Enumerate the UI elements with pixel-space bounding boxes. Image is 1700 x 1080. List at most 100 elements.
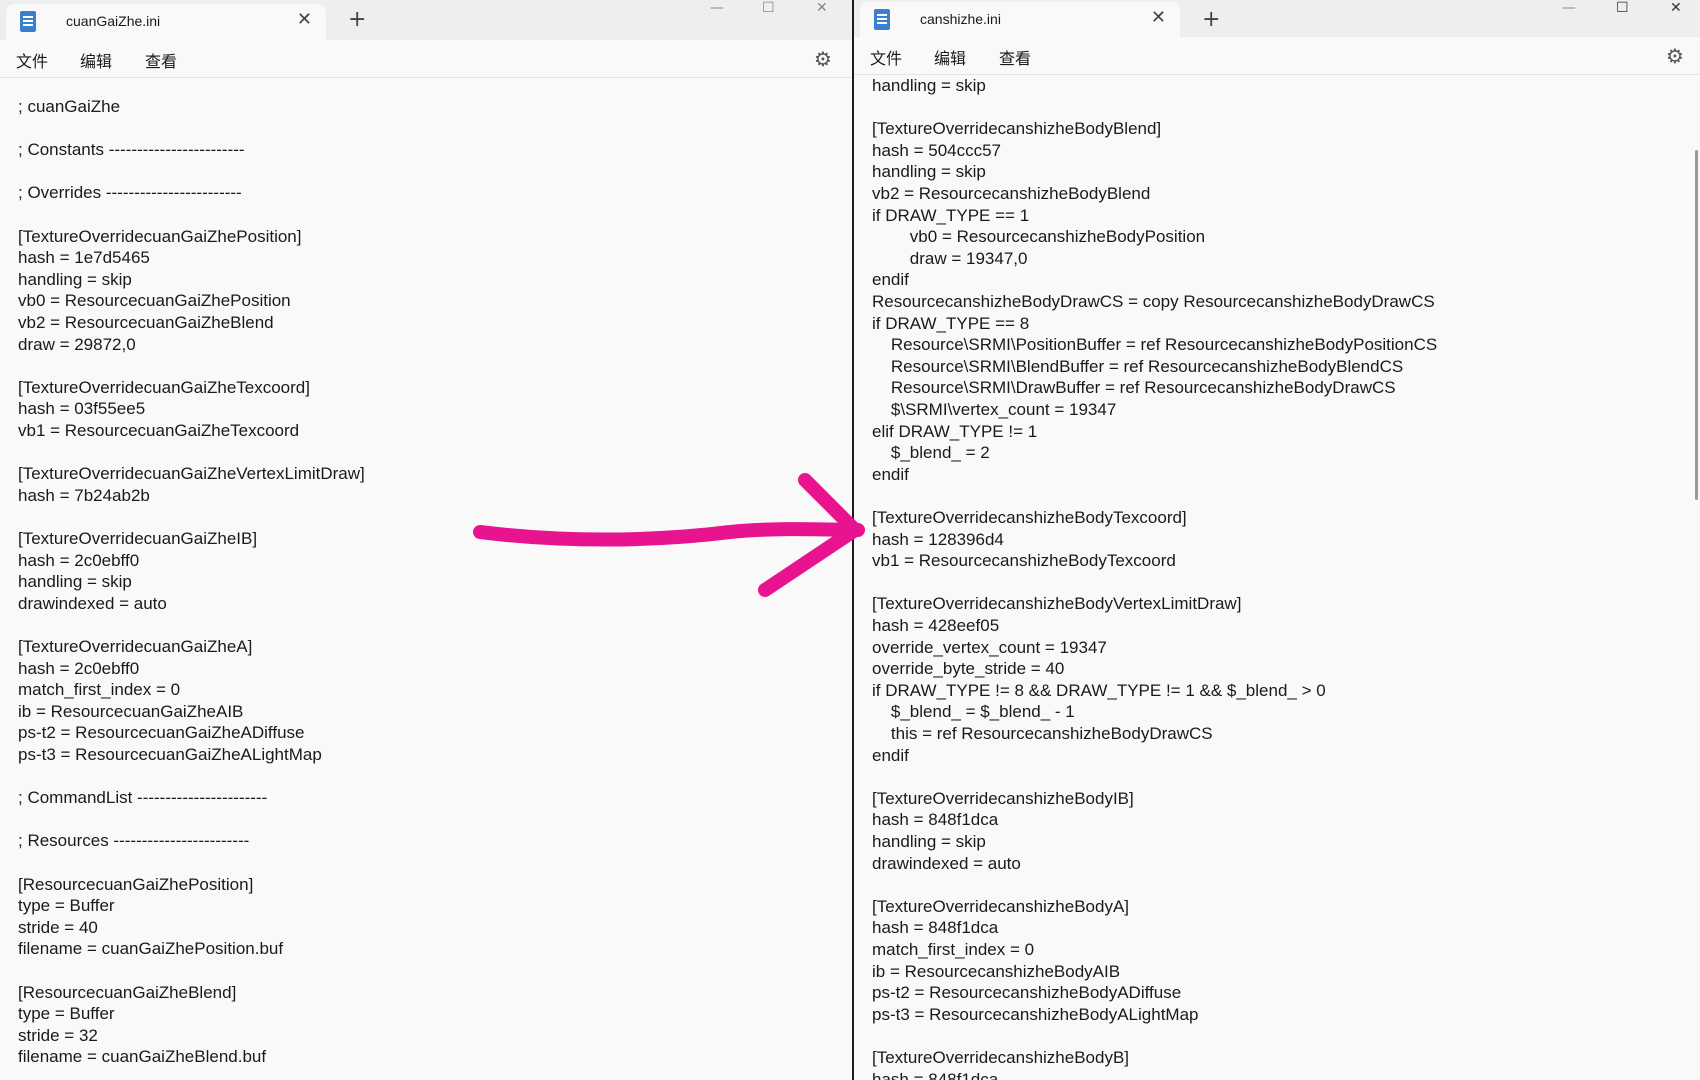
text-line: type = Buffer: [18, 896, 115, 916]
close-icon[interactable]: ✕: [1151, 7, 1166, 28]
text-line: hash = 03f55ee5: [18, 399, 146, 419]
text-line: override_vertex_count = 19347: [872, 637, 1107, 657]
text-line: handling = skip: [18, 269, 132, 289]
text-line: ; Constants ------------------------: [18, 140, 245, 160]
text-line: draw = 19347,0: [872, 248, 1028, 268]
text-line: ib = ResourcecuanGaiZheAIB: [18, 701, 244, 721]
maximize-icon[interactable]: ☐: [1616, 0, 1629, 16]
text-line: filename = cuanGaiZhePosition.buf: [18, 939, 284, 959]
text-line: Resource\SRMI\BlendBuffer = ref Resource…: [872, 356, 1404, 376]
text-line: Resource\SRMI\PositionBuffer = ref Resou…: [872, 335, 1438, 355]
text-line: [TextureOverridecanshizheBodyB]: [872, 1048, 1130, 1067]
maximize-icon[interactable]: ☐: [762, 0, 775, 16]
text-line: ps-t2 = ResourcecuanGaiZheADiffuse: [18, 723, 305, 743]
gear-icon[interactable]: ⚙: [814, 47, 832, 71]
menu-file[interactable]: 文件: [870, 45, 902, 69]
text-line: vb2 = ResourcecanshizheBodyBlend: [872, 184, 1151, 203]
text-line: ps-t3 = ResourcecuanGaiZheALightMap: [18, 745, 322, 764]
text-line: hash = 7b24ab2b: [18, 485, 150, 505]
text-line: hash = 1e7d5465: [18, 248, 150, 268]
text-line: this = ref ResourcecanshizheBodyDrawCS: [872, 724, 1213, 743]
text-line: endif: [872, 745, 909, 765]
text-line: [TextureOverridecanshizheBodyIB]: [872, 788, 1134, 808]
text-line: hash = 504ccc57: [872, 140, 1002, 160]
text-line: stride = 40: [18, 917, 98, 937]
text-line: handling = skip: [872, 832, 986, 851]
text-line: ; Overrides ------------------------: [18, 183, 242, 203]
text-editor[interactable]: handling = skip [TextureOverridecanshizhe…: [854, 75, 1700, 1080]
text-line: handling = skip: [872, 76, 986, 95]
text-line: hash = 2c0ebff0: [18, 550, 140, 570]
tab-title: cuanGaiZhe.ini: [66, 13, 161, 29]
menu-view[interactable]: 查看: [999, 45, 1031, 69]
text-line: ps-t2 = ResourcecanshizheBodyADiffuse: [872, 983, 1182, 1003]
tab-canshizhe[interactable]: canshizhe.ini ✕: [860, 2, 1180, 38]
window-close-icon[interactable]: ✕: [1670, 0, 1682, 16]
plus-icon[interactable]: +: [348, 7, 366, 32]
text-line: if DRAW_TYPE == 1: [872, 205, 1030, 225]
menu-view[interactable]: 查看: [145, 48, 177, 72]
text-line: [TextureOverridecanshizheBodyTexcoord]: [872, 508, 1187, 527]
text-line: ib = ResourcecanshizheBodyAIB: [872, 961, 1121, 981]
menu-bar: 文件 编辑 查看 ⚙: [854, 37, 1700, 75]
tab-title: canshizhe.ini: [920, 11, 1001, 27]
text-line: override_byte_stride = 40: [872, 659, 1065, 679]
text-line: ; cuanGaiZhe: [18, 97, 121, 116]
text-line: vb0 = ResourcecanshizheBodyPosition: [872, 227, 1206, 247]
text-line: [TextureOverridecanshizheBodyBlend]: [872, 119, 1162, 139]
plus-icon[interactable]: +: [1202, 7, 1220, 32]
text-line: Resource\SRMI\DrawBuffer = ref Resourcec…: [872, 378, 1396, 398]
text-line: vb1 = ResourcecanshizheBodyTexcoord: [872, 551, 1176, 571]
scrollbar[interactable]: [1695, 150, 1698, 500]
text-line: ps-t3 = ResourcecanshizheBodyALightMap: [872, 1004, 1199, 1024]
gear-icon[interactable]: ⚙: [1666, 44, 1684, 68]
title-bar[interactable]: cuanGaiZhe.ini ✕ + — ☐ ✕: [0, 0, 852, 40]
text-line: [TextureOverridecanshizheBodyA]: [872, 896, 1130, 916]
text-line: [TextureOverridecuanGaiZhePosition]: [18, 226, 302, 246]
notepad-window-right: canshizhe.ini ✕ + — ☐ ✕ 文件 编辑 查看 ⚙ handl…: [854, 0, 1700, 1080]
text-line: endif: [872, 270, 909, 290]
text-line: hash = 428eef05: [872, 616, 1000, 635]
text-line: hash = 2c0ebff0: [18, 658, 140, 678]
text-line: if DRAW_TYPE == 8: [872, 313, 1030, 333]
menu-edit[interactable]: 编辑: [80, 48, 112, 72]
title-bar[interactable]: canshizhe.ini ✕ + — ☐ ✕: [854, 0, 1700, 40]
text-line: endif: [872, 464, 909, 484]
text-line: [TextureOverridecuanGaiZheVertexLimitDra…: [18, 464, 365, 484]
text-line: vb2 = ResourcecuanGaiZheBlend: [18, 313, 274, 332]
text-line: ; CommandList -----------------------: [18, 788, 268, 808]
text-line: type = Buffer: [18, 1004, 115, 1024]
text-line: $_blend_ = $_blend_ - 1: [872, 702, 1075, 722]
menu-bar: 文件 编辑 查看 ⚙: [0, 40, 852, 78]
menu-edit[interactable]: 编辑: [934, 45, 966, 69]
window-close-icon[interactable]: ✕: [816, 0, 828, 16]
text-line: handling = skip: [18, 572, 132, 592]
text-line: if DRAW_TYPE != 8 && DRAW_TYPE != 1 && $…: [872, 680, 1326, 700]
text-line: vb0 = ResourcecuanGaiZhePosition: [18, 291, 291, 311]
text-line: hash = 848f1dca: [872, 810, 999, 830]
text-line: vb1 = ResourcecuanGaiZheTexcoord: [18, 421, 300, 440]
text-line: [TextureOverridecuanGaiZheA]: [18, 637, 253, 656]
text-line: match_first_index = 0: [872, 940, 1035, 959]
close-icon[interactable]: ✕: [297, 9, 312, 30]
text-line: stride = 32: [18, 1025, 98, 1045]
notepad-icon: [874, 9, 890, 30]
menu-file[interactable]: 文件: [16, 48, 48, 72]
annotation-arrow: [473, 473, 865, 597]
text-line: [TextureOverridecuanGaiZheTexcoord]: [18, 377, 310, 397]
text-line: $\SRMI\vertex_count = 19347: [872, 400, 1117, 419]
text-line: draw = 29872,0: [18, 334, 136, 354]
minimize-icon[interactable]: —: [710, 0, 724, 16]
minimize-icon[interactable]: —: [1562, 0, 1576, 16]
text-line: [ResourcecuanGaiZhePosition]: [18, 874, 254, 894]
text-line: elif DRAW_TYPE != 1: [872, 421, 1038, 441]
text-line: handling = skip: [872, 162, 986, 182]
text-line: [TextureOverridecuanGaiZheIB]: [18, 529, 258, 548]
text-line: match_first_index = 0: [18, 680, 181, 700]
text-line: [TextureOverridecanshizheBodyVertexLimit…: [872, 594, 1242, 614]
notepad-icon: [20, 11, 36, 32]
text-line: drawindexed = auto: [18, 593, 167, 613]
tab-cuangaizhe[interactable]: cuanGaiZhe.ini ✕: [6, 4, 326, 40]
text-line: [ResourcecuanGaiZheBlend]: [18, 982, 237, 1002]
text-line: hash = 128396d4: [872, 529, 1004, 549]
